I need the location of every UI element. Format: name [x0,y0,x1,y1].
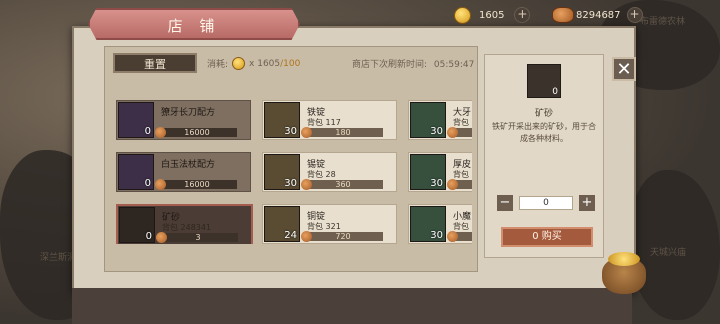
item-icon: 30 [264,154,300,190]
item-price [447,179,472,190]
copper-counter: 8294687 + [552,6,643,24]
item-icon: 30 [410,206,446,242]
close-button[interactable]: ✕ [612,57,636,81]
add-copper-button[interactable]: + [626,7,643,23]
refresh-timer: 商店下次刷新时间: 05:59:47 [352,57,474,70]
ore-icon: 0 [527,64,561,98]
detail-item-name: 矿砂 [534,109,553,119]
item-price: 720 [301,231,383,242]
shop-item[interactable]: 30 小魔 背包 [408,204,472,244]
copper-coin-icon [552,7,574,23]
item-icon: 0 [118,154,154,190]
quantity-input[interactable]: 0 [519,196,573,210]
coin-bag-icon[interactable] [596,248,652,296]
item-icon: 0 [119,207,155,243]
shelf-decor [72,288,632,324]
shop-item[interactable]: 30 大牙 背包 [408,100,472,140]
refresh-time: 05:59:47 [433,60,475,70]
item-count: 0 [144,178,151,189]
shop-item[interactable]: 0 矿砂 背包 248341 3 [116,204,253,244]
item-icon: 24 [264,206,300,242]
item-icon: 0 [118,102,154,138]
item-icon: 30 [410,154,446,190]
gold-coin-icon [454,6,471,24]
item-count: 30 [430,178,443,189]
item-name: 獠牙长刀配方 [161,108,216,118]
item-name: 白玉法杖配方 [161,160,216,170]
gold-amount: 1605 [479,9,505,21]
map-label: 天城兴庙 [650,248,687,258]
item-count: 0 [145,231,152,242]
item-icon: 30 [410,102,446,138]
cost-value: x 1605 [249,58,281,69]
item-icon: 30 [264,102,300,138]
copper-amount: 8294687 [576,9,621,21]
reset-button[interactable]: 重置 [113,53,197,73]
item-stock: 背包 [453,222,469,231]
item-count: 30 [430,230,443,241]
cost-max: /100 [280,58,301,69]
item-price [447,231,472,242]
shop-item[interactable]: 0 獠牙长刀配方 16000 [116,100,251,140]
refresh-label: 商店下次刷新时间: [352,60,428,70]
cost-label: 消耗: [207,60,229,70]
map-label: 布雷德农林 [640,17,686,27]
item-price: 360 [301,179,383,190]
item-count: 30 [284,126,297,137]
item-stock: 背包 321 [307,222,341,231]
refresh-cost: 消耗: x 1605 /100 [207,57,300,70]
decrease-button[interactable]: − [497,195,513,211]
item-stock: 背包 28 [307,170,336,179]
gold-counter: 1605 + [454,6,531,24]
shop-title-banner: 店 铺 [88,8,300,40]
map-label: 深兰斯洞 [40,253,77,263]
item-stock: 背包 248341 [162,223,212,232]
item-stock: 背包 [453,118,469,127]
detail-description: 铁矿开采出来的矿砂，用于合成各种材料。 [492,122,596,143]
shop-item[interactable]: 30 厚皮 背包 [408,152,472,192]
buy-button[interactable]: 0 购买 [501,227,593,247]
increase-button[interactable]: + [579,195,595,211]
item-count: 0 [144,126,151,137]
item-count: 24 [284,230,297,241]
shop-item[interactable]: 24 铜锭 背包 321 720 [262,204,397,244]
item-grid: 0 獠牙长刀配方 16000 30 铁锭 背包 117 180 30 大牙 背包 0 白玉法杖配方 16… [116,100,472,244]
item-count: 30 [430,126,443,137]
quantity-stepper: − 0 + [497,195,595,211]
item-price: 16000 [155,127,237,138]
item-price: 180 [301,127,383,138]
shop-title: 店 铺 [167,17,221,35]
gold-pile-icon [608,252,640,266]
gold-coin-icon [232,57,246,70]
shop-item[interactable]: 0 白玉法杖配方 16000 [116,152,251,192]
shop-item[interactable]: 30 铁锭 背包 117 180 [262,100,397,140]
item-price: 3 [156,232,238,243]
item-price: 16000 [155,179,237,190]
item-stock: 背包 117 [307,118,341,127]
item-count: 30 [284,178,297,189]
item-price [447,127,472,138]
add-gold-button[interactable]: + [514,7,531,23]
detail-count: 0 [552,87,558,97]
item-stock: 背包 [453,170,469,179]
shop-item[interactable]: 30 锡锭 背包 28 360 [262,152,397,192]
item-detail-panel: 0 矿砂 铁矿开采出来的矿砂，用于合成各种材料。 − 0 + 0 购买 [484,54,604,258]
